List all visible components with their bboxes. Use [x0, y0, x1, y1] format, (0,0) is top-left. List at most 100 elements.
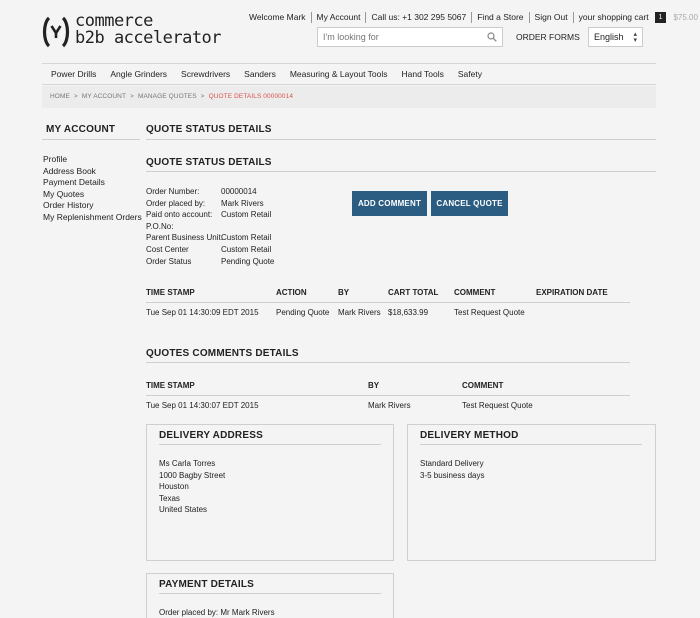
- find-store-link[interactable]: Find a Store: [472, 11, 530, 23]
- main-nav: Power Drills Angle Grinders Screwdrivers…: [42, 63, 656, 85]
- info-label: Order Number:: [146, 187, 200, 196]
- nav-item-safety[interactable]: Safety: [458, 69, 482, 79]
- search-box: [317, 27, 503, 47]
- nav-item-angle-grinders[interactable]: Angle Grinders: [110, 69, 167, 79]
- panel-title: PAYMENT DETAILS: [159, 579, 255, 590]
- nav-item-screwdrivers[interactable]: Screwdrivers: [181, 69, 230, 79]
- cart-count-badge[interactable]: 1: [654, 11, 667, 23]
- info-value: 00000014: [221, 187, 257, 196]
- nav-item-measuring[interactable]: Measuring & Layout Tools: [290, 69, 388, 79]
- sidebar-item-replenishment[interactable]: My Replenishment Orders: [43, 212, 142, 224]
- column-header: BY: [368, 381, 380, 390]
- divider: [146, 171, 656, 172]
- info-label: Cost Center: [146, 244, 189, 254]
- cancel-quote-button[interactable]: CANCEL QUOTE: [431, 191, 508, 216]
- search-icon[interactable]: [487, 32, 497, 42]
- page-title: QUOTE STATUS DETAILS: [146, 124, 272, 135]
- delivery-method-panel: DELIVERY METHOD Standard Delivery 3-5 bu…: [407, 424, 656, 561]
- order-forms-link[interactable]: ORDER FORMS: [516, 32, 580, 42]
- info-value: Custom Retail: [221, 244, 272, 254]
- divider: [159, 444, 381, 445]
- divider: [146, 302, 630, 303]
- address-line: Houston: [159, 482, 189, 492]
- column-header: COMMENT: [454, 288, 496, 297]
- language-value: English: [594, 32, 624, 42]
- column-header: TIME STAMP: [146, 288, 195, 297]
- nav-item-hand-tools[interactable]: Hand Tools: [402, 69, 444, 79]
- logo-text[interactable]: commerce b2b accelerator: [75, 13, 222, 48]
- breadcrumb-home[interactable]: HOME: [50, 93, 70, 100]
- divider: [146, 362, 630, 363]
- address-line: 1000 Bagby Street: [159, 470, 226, 480]
- delivery-method-lines: Standard Delivery 3-5 business days: [420, 458, 484, 481]
- sign-out-link[interactable]: Sign Out: [530, 11, 574, 23]
- info-value: Custom Retail: [221, 210, 272, 220]
- logo-mark-icon[interactable]: [42, 16, 70, 48]
- divider: [42, 139, 140, 140]
- payment-details-panel: PAYMENT DETAILS Order placed by: Mr Mark…: [146, 573, 394, 618]
- info-value: Custom Retail: [221, 233, 272, 243]
- info-label: P.O.No:: [146, 221, 174, 231]
- address-line: United States: [159, 505, 208, 515]
- column-header: EXPIRATION DATE: [536, 288, 608, 297]
- table-cell: Tue Sep 01 14:30:07 EDT 2015: [146, 401, 259, 410]
- sidebar-item-order-history[interactable]: Order History: [43, 200, 142, 212]
- info-value: Pending Quote: [221, 256, 275, 266]
- info-label: Parent Business Unit:: [146, 233, 223, 243]
- search-input[interactable]: [318, 28, 478, 46]
- info-value: Mark Rivers: [221, 198, 264, 208]
- panel-title: DELIVERY METHOD: [420, 430, 519, 441]
- welcome-text: Welcome Mark: [245, 11, 312, 23]
- call-us-text: Call us: +1 302 295 5067: [366, 11, 473, 23]
- payment-line: Order placed by: Mr Mark Rivers: [159, 608, 275, 617]
- address-lines: Ms Carla Torres 1000 Bagby Street Housto…: [159, 458, 225, 516]
- breadcrumb-separator: >: [130, 93, 134, 100]
- nav-item-sanders[interactable]: Sanders: [244, 69, 276, 79]
- breadcrumb-current: QUOTE DETAILS 00000014: [208, 93, 294, 100]
- panel-title: DELIVERY ADDRESS: [159, 430, 263, 441]
- section-title: QUOTES COMMENTS DETAILS: [146, 348, 299, 359]
- sidebar-title: MY ACCOUNT: [46, 124, 116, 135]
- sidebar-item-profile[interactable]: Profile: [43, 154, 142, 166]
- delivery-method-line: 3-5 business days: [420, 470, 485, 480]
- breadcrumb-my-account[interactable]: MY ACCOUNT: [82, 93, 126, 100]
- address-line: Texas: [159, 493, 180, 503]
- cart-link[interactable]: your shopping cart: [574, 12, 654, 23]
- info-label: Order Status: [146, 256, 192, 266]
- divider: [146, 395, 630, 396]
- nav-item-power-drills[interactable]: Power Drills: [51, 69, 96, 79]
- info-label: Paid onto account:: [146, 210, 213, 220]
- my-account-link[interactable]: My Account: [312, 11, 367, 23]
- column-header: TIME STAMP: [146, 381, 195, 390]
- sidebar-item-payment-details[interactable]: Payment Details: [43, 177, 142, 189]
- table-cell: Mark Rivers: [338, 308, 381, 317]
- add-comment-button[interactable]: ADD COMMENT: [352, 191, 427, 216]
- delivery-method-line: Standard Delivery: [420, 459, 484, 468]
- top-links: Welcome Mark My Account Call us: +1 302 …: [245, 10, 698, 24]
- sidebar-item-address-book[interactable]: Address Book: [43, 166, 142, 178]
- breadcrumb: HOME > MY ACCOUNT > MANAGE QUOTES > QUOTE DETA…: [50, 93, 293, 100]
- table-cell: Test Request Quote: [454, 308, 525, 317]
- logo-line-2: b2b accelerator: [75, 28, 222, 48]
- quote-info: Order Number: 00000014 Order placed by: Ma…: [146, 186, 274, 267]
- language-select[interactable]: English ▴ ▾: [588, 27, 643, 47]
- table-cell: Test Request Quote: [462, 401, 533, 410]
- divider: [420, 444, 642, 445]
- divider: [146, 139, 656, 140]
- table-cell: Tue Sep 01 14:30:09 EDT 2015: [146, 308, 259, 317]
- breadcrumb-manage-quotes[interactable]: MANAGE QUOTES: [138, 93, 197, 100]
- chevron-down-icon: ▴ ▾: [633, 31, 637, 44]
- sidebar-item-my-quotes[interactable]: My Quotes: [43, 189, 142, 201]
- column-header: CART TOTAL: [388, 288, 439, 297]
- breadcrumb-separator: >: [73, 93, 78, 100]
- table-cell: Mark Rivers: [368, 401, 411, 410]
- column-header: BY: [338, 288, 350, 297]
- delivery-address-panel: DELIVERY ADDRESS Ms Carla Torres 1000 Ba…: [146, 424, 394, 561]
- section-title: QUOTE STATUS DETAILS: [146, 157, 272, 168]
- divider: [159, 593, 381, 594]
- cart-total[interactable]: $75.00: [673, 13, 697, 22]
- breadcrumb-separator: >: [200, 93, 205, 100]
- sidebar-list: Profile Address Book Payment Details My …: [43, 154, 142, 223]
- column-header: COMMENT: [462, 381, 504, 390]
- table-cell: Pending Quote: [276, 308, 330, 317]
